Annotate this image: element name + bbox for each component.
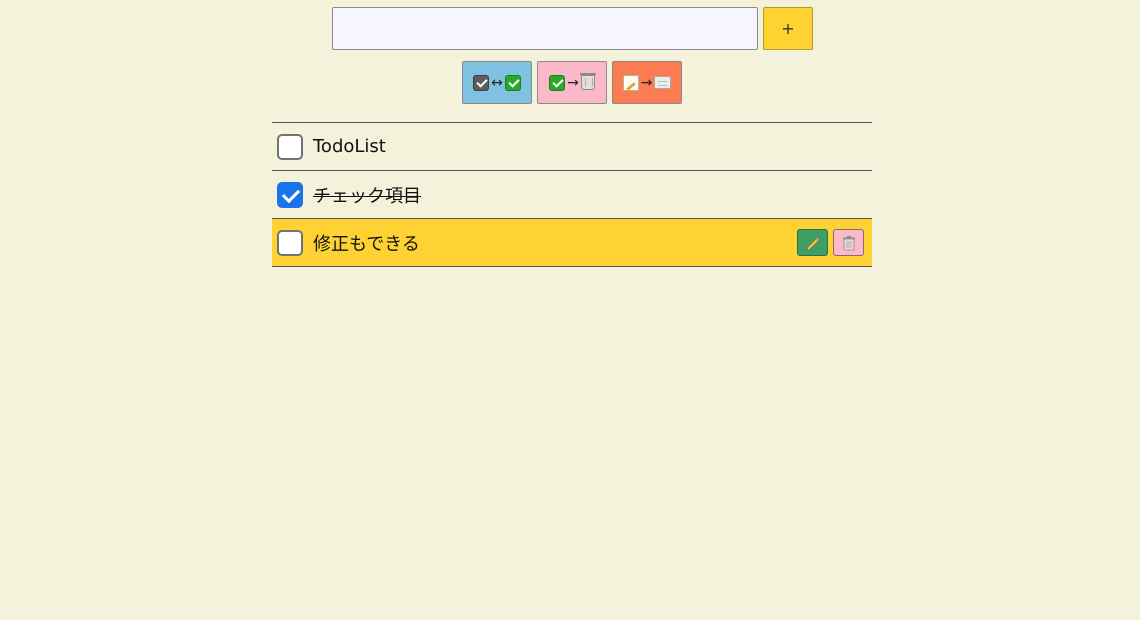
- memo-icon: [622, 74, 639, 91]
- edit-button[interactable]: [797, 229, 828, 256]
- item-actions: [797, 229, 864, 256]
- task-input[interactable]: [332, 7, 758, 50]
- todo-text: チェック項目: [313, 185, 421, 207]
- todo-text: TodoList: [313, 136, 386, 157]
- todo-checkbox[interactable]: [277, 229, 303, 256]
- arrow-label: →: [640, 74, 653, 91]
- clear-all-button[interactable]: →: [612, 61, 682, 104]
- arrow-label: →: [567, 74, 579, 91]
- check-box-green-icon: [549, 74, 566, 91]
- pencil-icon: [806, 237, 819, 250]
- todo-list: TodoList チェック項目 修正もできる: [272, 122, 872, 267]
- todo-item: TodoList: [272, 123, 872, 171]
- trash-icon: [842, 235, 855, 250]
- todo-item: チェック項目: [272, 171, 872, 219]
- toggle-all-button[interactable]: ↔: [462, 61, 532, 104]
- delete-button[interactable]: [833, 229, 864, 256]
- check-box-green-icon: [504, 74, 521, 91]
- check-box-gray-icon: [473, 74, 490, 91]
- add-button[interactable]: +: [763, 7, 813, 50]
- blank-sheet-icon: [654, 76, 672, 89]
- todo-text: 修正もできる: [313, 233, 420, 255]
- arrow-label: ↔: [491, 74, 503, 91]
- todo-checkbox[interactable]: [277, 133, 303, 160]
- delete-checked-button[interactable]: →: [537, 61, 607, 104]
- todo-checkbox[interactable]: [277, 181, 303, 208]
- trash-icon: [579, 73, 596, 90]
- input-row: +: [332, 7, 813, 50]
- bulk-action-row: ↔ → →: [462, 61, 682, 104]
- todo-item[interactable]: 修正もできる: [272, 219, 872, 267]
